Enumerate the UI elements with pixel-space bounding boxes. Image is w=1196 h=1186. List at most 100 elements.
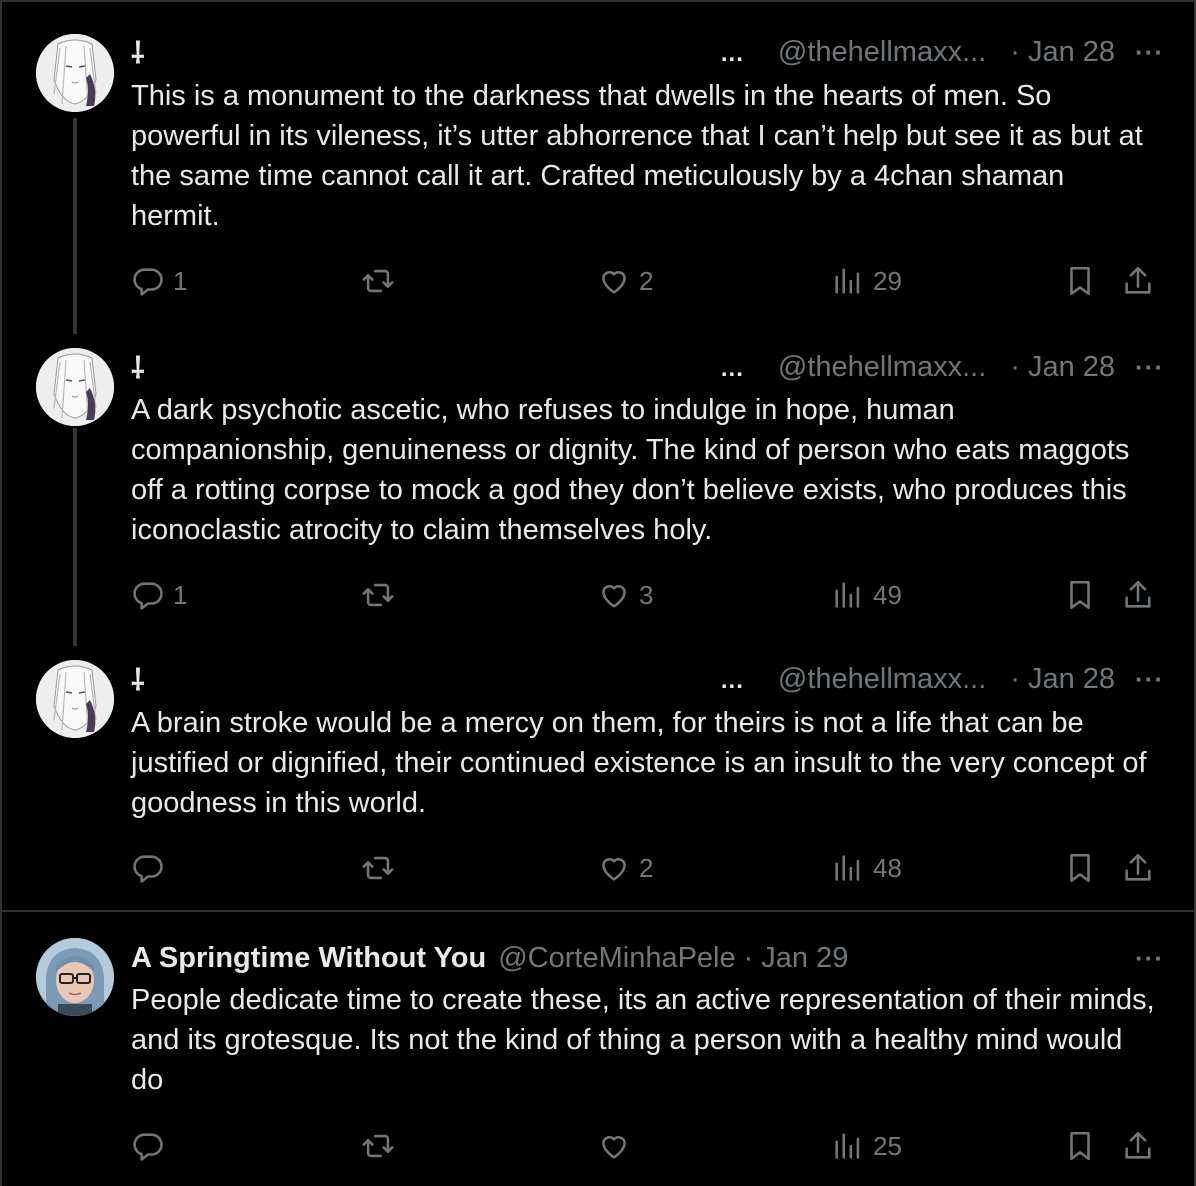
truncation-ellipsis: ... [720,355,744,382]
views-button[interactable]: 49 [831,575,902,615]
action-bar: 25 [131,1126,1163,1166]
view-count: 25 [873,1130,902,1161]
tweet-2[interactable]: ⸸ ... @thehellmaxx... · Jan 28 ··· A dar… [0,318,1196,646]
author-handle[interactable]: @CorteMinhaPele [498,942,735,975]
heart-icon [602,271,626,294]
reply-button[interactable]: 1 [131,261,187,301]
tweet-text: A brain stroke would be a mercy on them,… [131,707,1147,819]
share-button[interactable] [1121,575,1155,615]
retweet-button[interactable] [361,575,395,615]
like-count: 3 [639,579,654,610]
handle-group: @CorteMinhaPele · Jan 29 [498,942,848,975]
like-button[interactable] [597,1126,639,1166]
reply-button[interactable]: 1 [131,575,187,615]
bookmark-button[interactable] [1063,575,1097,615]
author-name[interactable]: ⸸ [131,660,145,699]
handle-group: ... @thehellmaxx... · Jan 28 [721,351,1115,384]
more-options-icon[interactable]: ··· [1135,37,1164,68]
author-name[interactable]: ⸸ [131,33,145,72]
truncation-ellipsis: ... [720,667,744,694]
like-count: 2 [639,852,654,883]
separator-dot: · [1010,35,1020,68]
retweet-button[interactable] [361,848,395,888]
separator-dot: · [1010,350,1020,383]
author-name[interactable]: ⸸ [131,348,145,387]
bookmark-icon [1070,1131,1090,1161]
views-icon [835,582,860,608]
action-bar: 2 48 [131,848,1163,888]
views-button[interactable]: 48 [831,848,902,888]
retweet-icon [362,856,394,880]
reply-count: 1 [173,579,188,610]
share-icon [1125,1131,1151,1159]
tweet-3[interactable]: ⸸ ... @thehellmaxx... · Jan 28 ··· A bra… [0,636,1196,910]
tweet-1[interactable]: ⸸ ... @thehellmaxx... · Jan 28 ··· This … [0,0,1196,334]
separator-dot: · [1010,662,1020,695]
reply-count: 1 [173,265,188,296]
more-options-icon[interactable]: ··· [1135,943,1164,974]
bookmark-button[interactable] [1063,848,1097,888]
avatar[interactable] [36,660,114,738]
reply-icon [133,582,163,610]
retweet-icon [362,1134,394,1158]
separator-dot: · [743,941,754,974]
retweet-icon [362,269,394,293]
more-options-icon[interactable]: ··· [1135,352,1164,383]
avatar[interactable] [36,34,114,112]
tweet-header: ⸸ ... @thehellmaxx... · Jan 28 ··· [131,32,1164,72]
avatar[interactable] [36,348,114,426]
tweet-text: People dedicate time to create these, it… [131,984,1155,1096]
author-handle[interactable]: @thehellmaxx... [778,663,986,696]
truncation-ellipsis: ... [720,40,744,67]
tweet-date[interactable]: Jan 28 [1028,36,1115,69]
share-button[interactable] [1121,1126,1155,1166]
views-icon [835,1133,860,1159]
action-bar: 1 3 49 [131,575,1163,615]
share-button[interactable] [1121,848,1155,888]
avatar-drawing-icon [36,660,114,738]
tweet-text: This is a monument to the darkness that … [131,80,1143,232]
view-count: 48 [873,852,902,883]
tweet-text: A dark psychotic ascetic, who refuses to… [131,394,1130,546]
avatar-photo-icon [36,938,114,1016]
thread-line [73,118,77,334]
like-button[interactable]: 2 [597,261,653,301]
retweet-button[interactable] [361,1126,395,1166]
reply-button[interactable] [131,1126,173,1166]
avatar[interactable] [36,938,114,1016]
reply-icon [133,1133,163,1161]
share-button[interactable] [1121,261,1155,301]
avatar-drawing-icon [36,348,114,426]
bookmark-icon [1070,853,1090,883]
share-icon [1125,580,1151,608]
like-count: 2 [639,265,654,296]
action-bar: 1 2 29 [131,261,1163,301]
tweet-date[interactable]: Jan 28 [1028,663,1115,696]
tweet-4[interactable]: A Springtime Without You @CorteMinhaPele… [0,912,1196,1186]
author-name[interactable]: A Springtime Without You [131,942,486,975]
view-count: 49 [873,579,902,610]
reply-icon [133,268,163,296]
like-button[interactable]: 2 [597,848,653,888]
views-button[interactable]: 25 [831,1126,902,1166]
tweet-header: ⸸ ... @thehellmaxx... · Jan 28 ··· [131,347,1164,387]
author-handle[interactable]: @thehellmaxx... [778,36,986,69]
tweet-header: ⸸ ... @thehellmaxx... · Jan 28 ··· [131,659,1164,699]
more-options-icon[interactable]: ··· [1135,664,1164,695]
tweet-header: A Springtime Without You @CorteMinhaPele… [131,938,1164,978]
tweet-date[interactable]: Jan 29 [761,942,848,975]
tweet-date[interactable]: Jan 28 [1028,351,1115,384]
views-button[interactable]: 29 [831,261,902,301]
views-icon [835,268,860,294]
reply-button[interactable] [131,848,173,888]
thread-line [73,428,77,646]
bookmark-button[interactable] [1063,261,1097,301]
author-handle[interactable]: @thehellmaxx... [778,351,986,384]
like-button[interactable]: 3 [597,575,653,615]
retweet-button[interactable] [361,261,395,301]
view-count: 29 [873,265,902,296]
handle-group: ... @thehellmaxx... · Jan 28 [721,36,1115,69]
retweet-icon [362,583,394,607]
views-icon [835,855,860,881]
bookmark-button[interactable] [1063,1126,1097,1166]
